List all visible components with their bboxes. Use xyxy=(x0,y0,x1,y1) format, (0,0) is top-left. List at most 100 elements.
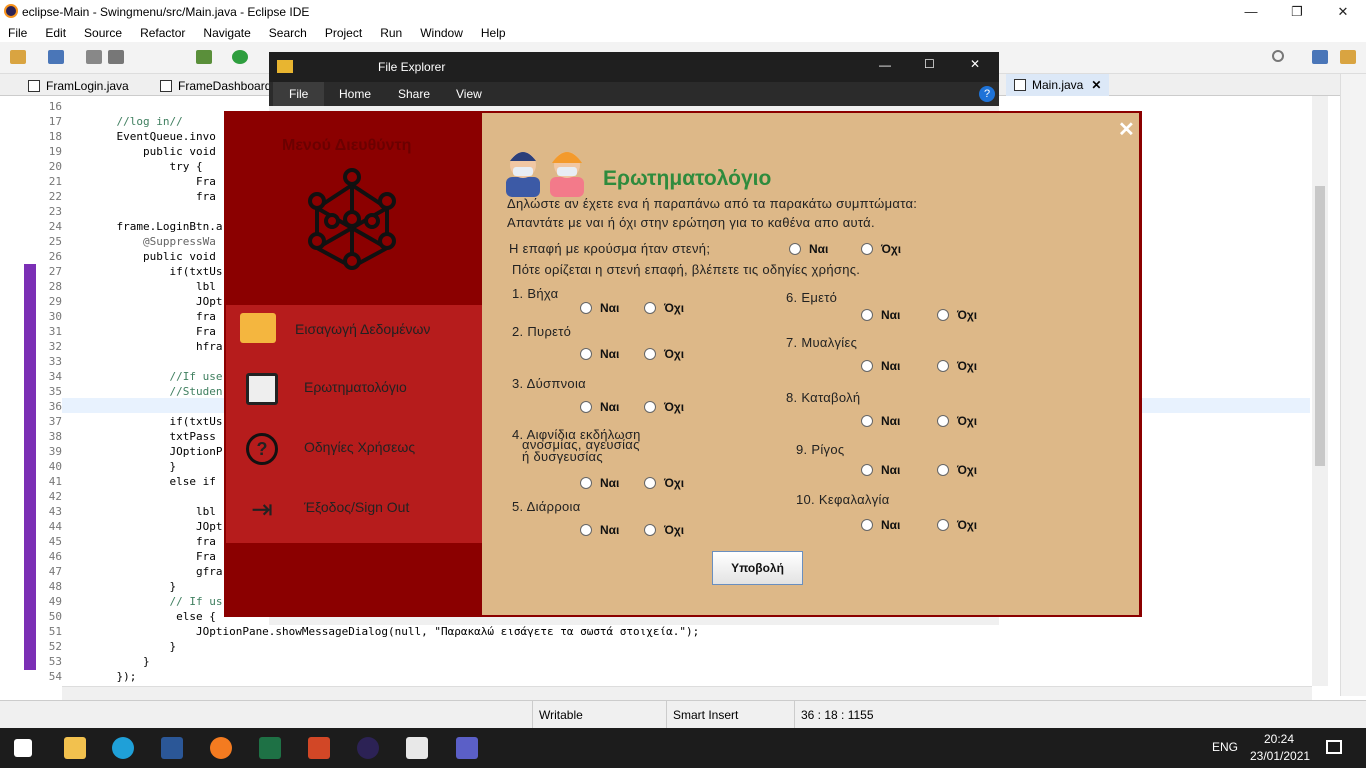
java-icon[interactable] xyxy=(406,737,428,759)
code-line: fra xyxy=(90,190,216,203)
search-icon[interactable] xyxy=(1272,50,1284,62)
help-icon[interactable]: ? xyxy=(979,86,995,102)
close-dialog-button[interactable]: ✕ xyxy=(1118,117,1135,142)
radio-label: Ναι xyxy=(881,359,901,373)
teams-icon[interactable] xyxy=(456,737,478,759)
fe-maximize-button[interactable]: ☐ xyxy=(924,57,935,71)
word-icon[interactable] xyxy=(161,737,183,759)
firefox-icon[interactable] xyxy=(210,737,232,759)
file-explorer-icon[interactable] xyxy=(64,737,86,759)
save-icon[interactable] xyxy=(86,50,102,64)
contact-radio-yes[interactable]: Ναι xyxy=(789,242,828,256)
radio-yes[interactable]: Ναι xyxy=(580,400,619,414)
radio-yes[interactable]: Ναι xyxy=(861,414,900,428)
submit-button[interactable]: Υποβολή xyxy=(712,551,803,585)
line-number: 19 xyxy=(48,145,62,158)
menu-run[interactable]: Run xyxy=(380,26,402,40)
ribbon-share[interactable]: Share xyxy=(386,82,442,106)
menu-source[interactable]: Source xyxy=(84,26,122,40)
menu-item-data-entry[interactable]: Εισαγωγή Δεδομένων xyxy=(226,305,482,357)
tab-main[interactable]: Main.java ✕ xyxy=(1006,74,1110,96)
debug-icon[interactable] xyxy=(196,50,212,64)
perspective-icon[interactable] xyxy=(1312,50,1328,64)
menu-item-questionnaire[interactable]: Ερωτηματολόγιο xyxy=(226,363,482,415)
code-line: lbl xyxy=(90,280,216,293)
tab-framlogin[interactable]: FramLogin.java xyxy=(28,76,129,96)
menu-item-instructions[interactable]: ? Οδηγίες Χρήσεως xyxy=(226,423,482,475)
radio-yes[interactable]: Ναι xyxy=(861,359,900,373)
notification-icon[interactable] xyxy=(1326,740,1342,754)
ribbon-home[interactable]: Home xyxy=(327,82,383,106)
radio-yes[interactable]: Ναι xyxy=(580,301,619,315)
radio-no[interactable]: Όχι xyxy=(644,400,684,414)
clock-date[interactable]: 23/01/2021 xyxy=(1250,749,1310,763)
radio-yes[interactable]: Ναι xyxy=(580,523,619,537)
line-number: 22 xyxy=(48,190,62,203)
powerpoint-icon[interactable] xyxy=(308,737,330,759)
radio-no[interactable]: Όχι xyxy=(937,518,977,532)
tab-framedashboard[interactable]: FrameDashboard xyxy=(160,76,271,96)
radio-yes[interactable]: Ναι xyxy=(580,347,619,361)
code-line: //If use xyxy=(90,370,223,383)
tab-label: Main.java xyxy=(1032,78,1084,92)
menu-help[interactable]: Help xyxy=(481,26,506,40)
menu-item-sign-out[interactable]: ⇥ Έξοδος/Sign Out xyxy=(226,483,482,535)
run-icon[interactable] xyxy=(232,50,248,64)
radio-no[interactable]: Όχι xyxy=(937,463,977,477)
save-all-icon[interactable] xyxy=(108,50,124,64)
menu-edit[interactable]: Edit xyxy=(45,26,66,40)
radio-label: Όχι xyxy=(957,414,978,428)
radio-no[interactable]: Όχι xyxy=(644,476,684,490)
menu-search[interactable]: Search xyxy=(269,26,307,40)
radio-yes[interactable]: Ναι xyxy=(861,463,900,477)
ribbon-view[interactable]: View xyxy=(444,82,494,106)
fe-close-button[interactable]: ✕ xyxy=(970,57,980,71)
new-icon[interactable] xyxy=(10,50,26,64)
ribbon-file[interactable]: File xyxy=(273,82,325,106)
vertical-scrollbar[interactable] xyxy=(1312,96,1328,686)
radio-circle-icon xyxy=(937,519,949,531)
horizontal-scrollbar[interactable] xyxy=(62,686,1312,700)
radio-label: Όχι xyxy=(664,400,685,414)
windows-start-icon[interactable] xyxy=(14,739,32,757)
code-line: Fra xyxy=(90,175,216,188)
form-heading: Ερωτηματολόγιο xyxy=(603,167,772,190)
radio-no[interactable]: Όχι xyxy=(644,347,684,361)
radio-yes[interactable]: Ναι xyxy=(861,518,900,532)
menu-refactor[interactable]: Refactor xyxy=(140,26,185,40)
radio-label: Όχι xyxy=(664,347,685,361)
radio-no[interactable]: Όχι xyxy=(937,308,977,322)
contact-radio-no[interactable]: Όχι xyxy=(861,242,901,256)
radio-no[interactable]: Όχι xyxy=(644,523,684,537)
clock-time[interactable]: 20:24 xyxy=(1264,732,1294,746)
java-perspective-icon[interactable] xyxy=(1340,50,1356,64)
close-window-button[interactable]: ✕ xyxy=(1320,0,1366,23)
radio-yes[interactable]: Ναι xyxy=(580,476,619,490)
line-number: 27 xyxy=(48,265,62,278)
minimize-button[interactable]: — xyxy=(1228,0,1274,23)
code-line: txtPass xyxy=(90,430,216,443)
code-line: } xyxy=(90,580,177,593)
close-tab-icon[interactable]: ✕ xyxy=(1091,78,1101,92)
radio-no[interactable]: Όχι xyxy=(937,414,977,428)
open-icon[interactable] xyxy=(48,50,64,64)
radio-no[interactable]: Όχι xyxy=(644,301,684,315)
menu-file[interactable]: File xyxy=(8,26,27,40)
menu-project[interactable]: Project xyxy=(325,26,362,40)
folder-icon xyxy=(240,313,276,343)
contact-question: Η επαφή με κρούσμα ήταν στενή; xyxy=(509,241,711,256)
excel-icon[interactable] xyxy=(259,737,281,759)
ribbon-tabs: File Home Share View ? xyxy=(269,82,999,106)
radio-circle-icon xyxy=(861,360,873,372)
eclipse-icon[interactable] xyxy=(357,737,379,759)
fe-minimize-button[interactable]: — xyxy=(879,58,891,72)
menu-navigate[interactable]: Navigate xyxy=(203,26,250,40)
symptom-label: 2. Πυρετό xyxy=(512,324,572,339)
maximize-button[interactable]: ❐ xyxy=(1274,0,1320,23)
radio-yes[interactable]: Ναι xyxy=(861,308,900,322)
edge-icon[interactable] xyxy=(112,737,134,759)
radio-no[interactable]: Όχι xyxy=(937,359,977,373)
line-number: 48 xyxy=(48,580,62,593)
language-indicator[interactable]: ENG xyxy=(1212,740,1238,754)
menu-window[interactable]: Window xyxy=(420,26,463,40)
